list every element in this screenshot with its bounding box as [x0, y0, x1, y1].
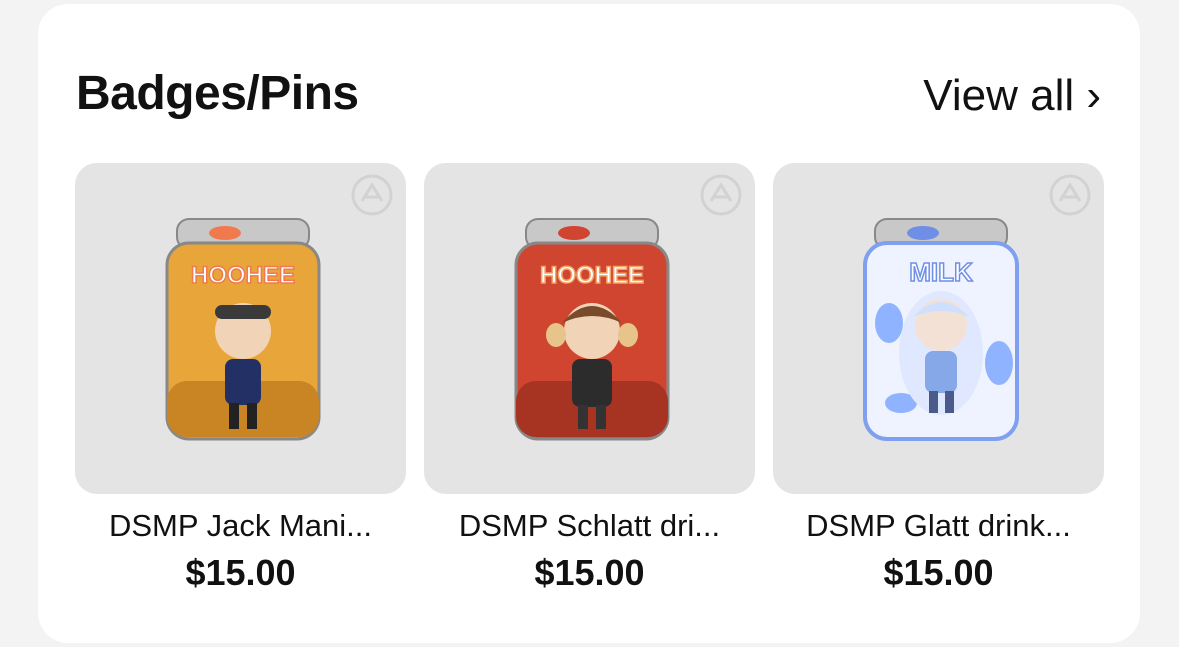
product-name: DSMP Schlatt dri... [458, 508, 721, 543]
product-image: HOOHEE [75, 163, 406, 494]
view-all-link[interactable]: View all › [923, 66, 1101, 126]
svg-text:MILK: MILK [909, 257, 973, 287]
section-title: Badges/Pins [76, 67, 359, 120]
watermark-icon [351, 174, 393, 216]
product-price: $15.00 [534, 552, 645, 593]
watermark-icon [1049, 174, 1091, 216]
watermark-icon [700, 174, 742, 216]
milk-can-pin-image: MILK [863, 218, 1019, 441]
soda-can-pin-image: HOOHEE [165, 218, 321, 441]
svg-text:HOOHEE: HOOHEE [191, 262, 295, 289]
product-card[interactable]: MILK DSMP Glatt drink... $15.00 [773, 163, 1104, 594]
product-card[interactable]: HOOHEE DSMP Schlatt dri... $15.00 [424, 163, 755, 594]
svg-text:HOOHEE: HOOHEE [540, 262, 644, 289]
product-name: DSMP Jack Mani... [108, 508, 372, 543]
product-price: $15.00 [185, 552, 296, 593]
soda-can-pin-image: HOOHEE [514, 218, 670, 441]
product-image: MILK [773, 163, 1104, 494]
product-price: $15.00 [883, 552, 994, 593]
product-card[interactable]: HOOHEE DSMP Jack Mani... $15.00 [75, 163, 406, 594]
product-image: HOOHEE [424, 163, 755, 494]
product-name: DSMP Glatt drink... [806, 508, 1071, 543]
